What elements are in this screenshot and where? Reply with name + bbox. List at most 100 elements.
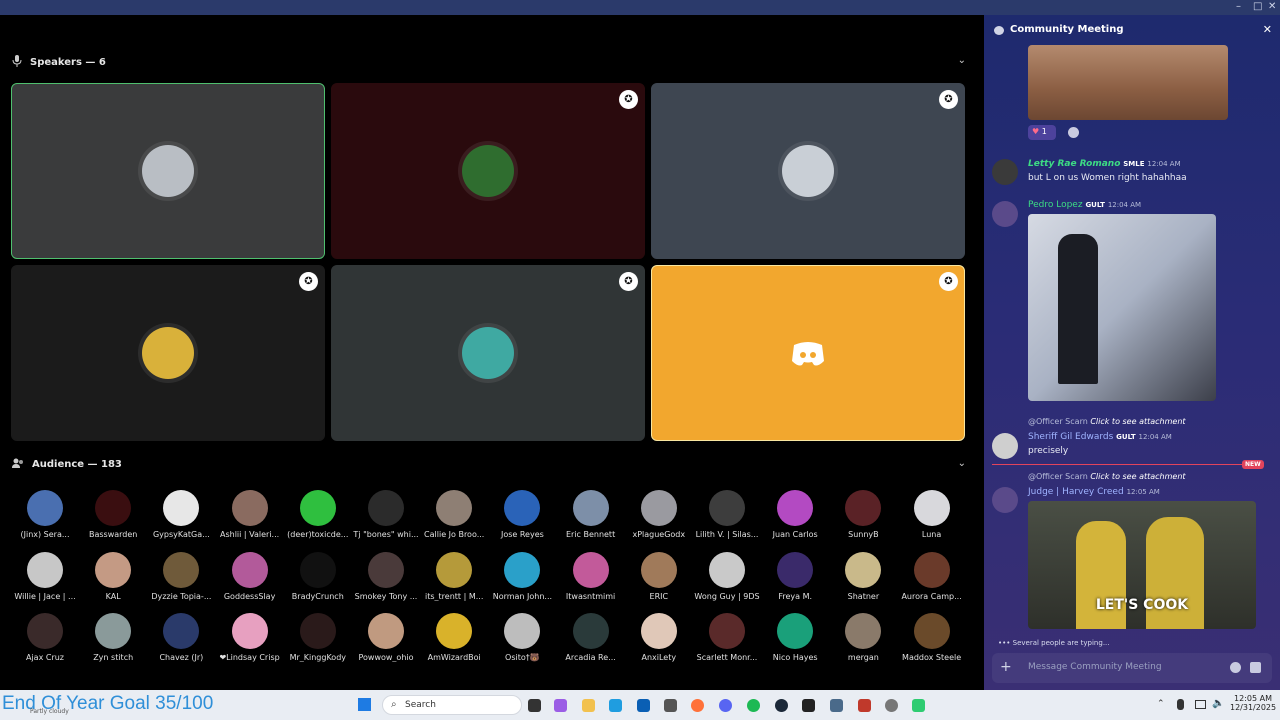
app-icon[interactable] bbox=[858, 699, 871, 712]
audience-member[interactable]: Eric Bennett bbox=[557, 490, 625, 539]
add-attachment-icon[interactable]: + bbox=[1000, 659, 1012, 675]
pin-icon[interactable]: ✪ bbox=[299, 272, 318, 291]
audience-member[interactable]: Smokey Tony ... bbox=[352, 551, 420, 601]
store-icon[interactable] bbox=[637, 699, 650, 712]
username[interactable]: Sheriff Gil Edwards bbox=[1028, 432, 1113, 442]
audience-member[interactable]: Jose Reyes bbox=[488, 490, 556, 539]
edge-icon[interactable] bbox=[609, 699, 622, 712]
maximize-button[interactable]: □ bbox=[1253, 1, 1262, 12]
copilot-icon[interactable] bbox=[554, 699, 567, 712]
apps-icon[interactable] bbox=[1250, 662, 1261, 673]
audience-member[interactable]: Luna bbox=[898, 490, 966, 539]
audience-member[interactable]: Willie | Jace | ... bbox=[11, 551, 79, 601]
audience-header[interactable]: Audience — 183 bbox=[12, 458, 122, 471]
audience-member[interactable]: Arcadia Re... bbox=[557, 613, 625, 662]
microphone-icon[interactable] bbox=[1177, 699, 1184, 710]
chevron-up-icon[interactable]: ⌃ bbox=[1157, 699, 1165, 709]
audience-member[interactable]: GypsyKatGa... bbox=[147, 490, 215, 539]
speaker-tile[interactable]: ✪ bbox=[651, 265, 965, 441]
firefox-icon[interactable] bbox=[691, 699, 704, 712]
audience-member[interactable]: Nico Hayes bbox=[761, 613, 829, 662]
audience-member[interactable]: Zyn stitch bbox=[79, 613, 147, 662]
audience-member[interactable]: SunnyB bbox=[829, 490, 897, 539]
audience-member[interactable]: Dyzzie Topia-... bbox=[147, 551, 215, 601]
network-icon[interactable] bbox=[1195, 700, 1206, 709]
username[interactable]: Judge | Harvey Creed bbox=[1028, 487, 1124, 497]
audience-member[interactable]: xPlagueGodx bbox=[625, 490, 693, 539]
minimize-button[interactable]: – bbox=[1236, 1, 1241, 12]
spotify-icon[interactable] bbox=[747, 699, 760, 712]
avatar[interactable] bbox=[992, 487, 1018, 513]
audience-member[interactable]: (deer)toxicde... bbox=[284, 490, 352, 539]
terminal-icon[interactable] bbox=[802, 699, 815, 712]
settings-icon[interactable] bbox=[885, 699, 898, 712]
audience-member[interactable]: BradyCrunch bbox=[284, 551, 352, 601]
speaker-tile[interactable]: ✪ bbox=[331, 83, 645, 259]
audience-member[interactable]: Aurora Camp... bbox=[898, 551, 966, 601]
audience-member[interactable]: Mr_KinggKody bbox=[284, 613, 352, 662]
audience-member[interactable]: Callie Jo Broo... bbox=[420, 490, 488, 539]
app-icon[interactable] bbox=[912, 699, 925, 712]
audience-member[interactable]: ❤Lindsay Crisp bbox=[216, 613, 284, 662]
reaction-heart[interactable]: ♥ 1 bbox=[1028, 125, 1056, 140]
pin-icon[interactable]: ✪ bbox=[619, 90, 638, 109]
audience-member[interactable]: Maddox Steele bbox=[898, 613, 966, 662]
close-icon[interactable]: ✕ bbox=[1263, 23, 1272, 36]
audience-member[interactable]: Chavez (Jr) bbox=[147, 613, 215, 662]
audience-member[interactable]: ERIC bbox=[625, 551, 693, 601]
chevron-down-icon[interactable]: ⌄ bbox=[958, 55, 966, 66]
audience-member[interactable]: Norman John... bbox=[488, 551, 556, 601]
avatar[interactable] bbox=[992, 159, 1018, 185]
pin-icon[interactable]: ✪ bbox=[939, 272, 958, 291]
speaker-tile[interactable]: ✪ bbox=[331, 265, 645, 441]
audience-member[interactable]: KAL bbox=[79, 551, 147, 601]
audience-member[interactable]: Ashlii | Valeri... bbox=[216, 490, 284, 539]
reply-preview[interactable]: @Officer Scarn Click to see attachment bbox=[1028, 472, 1186, 481]
discord-icon[interactable] bbox=[719, 699, 732, 712]
close-window-button[interactable]: ✕ bbox=[1268, 1, 1276, 12]
username[interactable]: Pedro Lopez bbox=[1028, 200, 1083, 210]
calculator-icon[interactable] bbox=[830, 699, 843, 712]
image-attachment[interactable] bbox=[1028, 45, 1228, 120]
windows-start-icon[interactable] bbox=[358, 698, 371, 711]
task-view-icon[interactable] bbox=[528, 699, 541, 712]
audience-member[interactable]: GoddessSlay bbox=[216, 551, 284, 601]
gif-attachment[interactable]: LET'S COOK bbox=[1028, 501, 1256, 629]
file-explorer-icon[interactable] bbox=[582, 699, 595, 712]
clock[interactable]: 12:05 AM 12/31/2025 bbox=[1230, 694, 1276, 712]
audience-member[interactable]: Freya M. bbox=[761, 551, 829, 601]
message-input[interactable]: Message Community Meeting bbox=[1028, 662, 1162, 672]
audience-member[interactable]: Powwow_ohio bbox=[352, 613, 420, 662]
audience-member[interactable]: Juan Carlos bbox=[761, 490, 829, 539]
audience-member[interactable]: (Jinx) Sera... bbox=[11, 490, 79, 539]
speakers-header[interactable]: Speakers — 6 bbox=[12, 55, 106, 70]
username[interactable]: Letty Rae Romano bbox=[1028, 159, 1120, 169]
audience-member[interactable]: Scarlett Monr... bbox=[693, 613, 761, 662]
steam-icon[interactable] bbox=[775, 699, 788, 712]
audience-member[interactable]: Shatner bbox=[829, 551, 897, 601]
pin-icon[interactable]: ✪ bbox=[619, 272, 638, 291]
speaker-tile[interactable]: ✪ bbox=[11, 265, 325, 441]
audience-member[interactable]: its_trentt | M... bbox=[420, 551, 488, 601]
avatar[interactable] bbox=[992, 433, 1018, 459]
audience-member[interactable]: mergan bbox=[829, 613, 897, 662]
speaker-tile[interactable] bbox=[11, 83, 325, 259]
audience-member[interactable]: Ajax Cruz bbox=[11, 613, 79, 662]
audience-member[interactable]: Lilith V. | Silas... bbox=[693, 490, 761, 539]
audience-member[interactable]: AnxiLety bbox=[625, 613, 693, 662]
reply-preview[interactable]: @Officer Scarn Click to see attachment bbox=[1028, 417, 1186, 426]
audience-member[interactable]: Osito†🐻 bbox=[488, 613, 556, 662]
image-attachment[interactable] bbox=[1028, 214, 1216, 401]
add-reaction-icon[interactable] bbox=[1068, 127, 1079, 138]
audience-member[interactable]: AmWizardBoi bbox=[420, 613, 488, 662]
audience-member[interactable]: Itwasntmimi bbox=[557, 551, 625, 601]
pin-icon[interactable]: ✪ bbox=[939, 90, 958, 109]
search-box[interactable]: ⌕ Search bbox=[382, 695, 522, 715]
app-icon[interactable] bbox=[664, 699, 677, 712]
audience-member[interactable]: Basswarden bbox=[79, 490, 147, 539]
audience-member[interactable]: Wong Guy | 9DS bbox=[693, 551, 761, 601]
audience-member[interactable]: Tj "bones" whi... bbox=[352, 490, 420, 539]
chevron-down-icon[interactable]: ⌄ bbox=[958, 458, 966, 469]
speaker-tile[interactable]: ✪ bbox=[651, 83, 965, 259]
volume-icon[interactable]: 🔈 bbox=[1212, 698, 1224, 709]
